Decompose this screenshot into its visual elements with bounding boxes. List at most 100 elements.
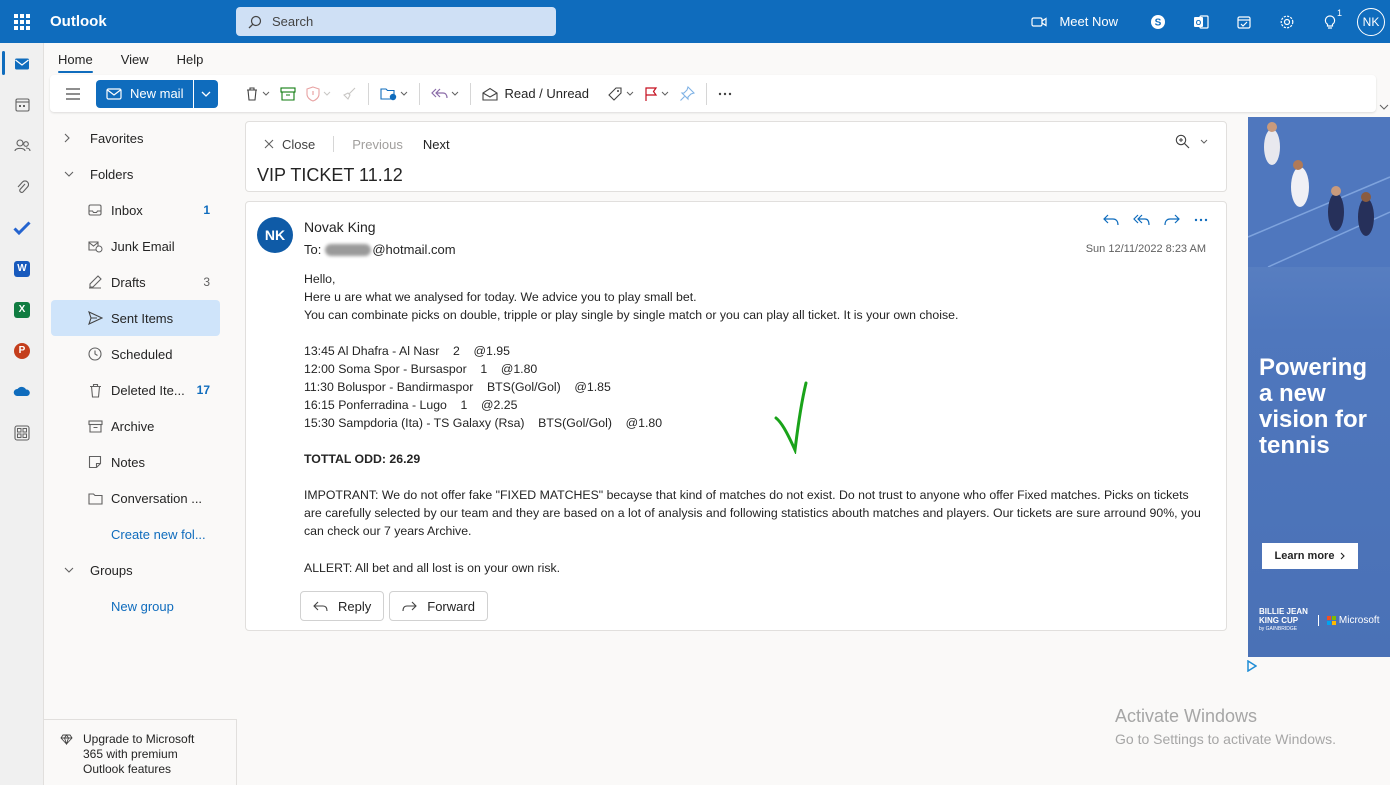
office-button[interactable]: O bbox=[1179, 0, 1222, 43]
hamburger-icon bbox=[66, 87, 80, 100]
powerpoint-app-button[interactable]: P bbox=[0, 330, 44, 371]
meet-now-label: Meet Now bbox=[1059, 14, 1118, 29]
people-app-button[interactable] bbox=[0, 125, 44, 166]
pin-button[interactable] bbox=[674, 79, 700, 109]
ribbon-divider bbox=[368, 82, 370, 105]
sweep-button[interactable] bbox=[336, 79, 362, 109]
recipient-row: To: @hotmail.com bbox=[304, 242, 456, 257]
archive-button[interactable] bbox=[275, 79, 301, 109]
onedrive-app-button[interactable] bbox=[0, 371, 44, 412]
close-label: Close bbox=[282, 136, 316, 152]
flag-button[interactable] bbox=[639, 79, 674, 109]
skype-icon: S bbox=[1150, 14, 1165, 29]
upgrade-banner[interactable]: Upgrade to Microsoft 365 with premium Ou… bbox=[44, 719, 237, 785]
folders-header[interactable]: Folders bbox=[44, 156, 237, 192]
word-app-button[interactable]: W bbox=[0, 248, 44, 289]
tab-home[interactable]: Home bbox=[44, 52, 107, 73]
to-label: To: bbox=[304, 242, 322, 257]
settings-button[interactable] bbox=[1265, 0, 1308, 43]
favorites-header[interactable]: Favorites bbox=[44, 120, 237, 156]
folder-notes[interactable]: Notes bbox=[51, 444, 220, 480]
more-options-button[interactable] bbox=[713, 79, 737, 109]
shield-icon bbox=[306, 85, 321, 102]
reply-all-icon[interactable] bbox=[1133, 214, 1150, 226]
sender-avatar[interactable]: NK bbox=[257, 217, 293, 253]
trash-icon bbox=[89, 383, 101, 398]
todo-app-button[interactable] bbox=[0, 207, 44, 248]
forward-label: Forward bbox=[427, 598, 475, 614]
apps-grid-icon bbox=[14, 424, 30, 441]
reply-icon[interactable] bbox=[1103, 214, 1119, 226]
chevron-down-icon bbox=[324, 91, 331, 96]
match-line: 12:00 Soma Spor - Bursaspor 1 @1.80 bbox=[304, 362, 538, 376]
folder-sent-items[interactable]: Sent Items bbox=[51, 300, 220, 336]
folder-archive[interactable]: Archive bbox=[51, 408, 220, 444]
folder-scheduled[interactable]: Scheduled bbox=[51, 336, 220, 372]
folder-conversation-history[interactable]: Conversation ... bbox=[51, 480, 220, 516]
forward-button[interactable]: Forward bbox=[389, 591, 488, 621]
folder-deleted-items[interactable]: Deleted Ite... 17 bbox=[51, 372, 220, 408]
ad-footer: BILLIE JEAN KING CUP by GAINBRIDGE Micro… bbox=[1259, 607, 1379, 634]
skype-button[interactable]: S bbox=[1136, 0, 1179, 43]
body-line: Hello, bbox=[304, 272, 336, 286]
body-line: Here u are what we analysed for today. W… bbox=[304, 290, 697, 304]
search-box[interactable]: Search bbox=[236, 7, 556, 36]
advertisement[interactable]: Powering a new vision for tennis Learn m… bbox=[1248, 117, 1390, 657]
zoom-button[interactable] bbox=[1175, 134, 1208, 149]
match-line: 16:15 Ponferradina - Lugo 1 @2.25 bbox=[304, 398, 518, 412]
folder-label: Conversation ... bbox=[111, 490, 203, 506]
zoom-icon bbox=[1175, 134, 1190, 149]
folder-drafts[interactable]: Drafts 3 bbox=[51, 264, 220, 300]
todo-check-icon bbox=[13, 220, 31, 235]
tab-view[interactable]: View bbox=[107, 52, 163, 73]
ribbon-expand-chevron-icon[interactable] bbox=[1379, 104, 1389, 110]
next-button[interactable]: Next bbox=[423, 137, 450, 152]
folder-label: Archive bbox=[111, 418, 155, 434]
app-brand[interactable]: Outlook bbox=[50, 13, 236, 30]
hamburger-button[interactable] bbox=[60, 79, 86, 109]
ellipsis-icon[interactable] bbox=[1194, 218, 1208, 222]
calendar-app-button[interactable] bbox=[0, 84, 44, 125]
report-button[interactable] bbox=[301, 79, 336, 109]
reply-all-ribbon-button[interactable] bbox=[426, 79, 464, 109]
app-launcher-button[interactable] bbox=[0, 0, 43, 43]
folder-label: Inbox bbox=[111, 202, 143, 218]
account-avatar[interactable]: NK bbox=[1357, 7, 1385, 36]
create-new-folder-link[interactable]: Create new fol... bbox=[44, 516, 237, 552]
ad-headline-line: a new bbox=[1259, 380, 1326, 407]
ribbon-tabs: Home View Help bbox=[44, 43, 1390, 73]
new-mail-dropdown[interactable] bbox=[194, 79, 219, 108]
more-apps-button[interactable] bbox=[0, 412, 44, 453]
new-mail-button[interactable]: New mail bbox=[96, 79, 194, 108]
excel-app-button[interactable]: X bbox=[0, 289, 44, 330]
new-group-link[interactable]: New group bbox=[44, 588, 237, 624]
move-to-button[interactable] bbox=[375, 79, 413, 109]
meet-now-button[interactable]: Meet Now bbox=[1031, 14, 1132, 29]
ad-headline-line: vision for bbox=[1259, 406, 1368, 433]
tag-icon bbox=[608, 86, 622, 101]
reply-button[interactable]: Reply bbox=[300, 591, 385, 621]
svg-text:O: O bbox=[1195, 20, 1201, 27]
close-button[interactable]: Close bbox=[264, 137, 315, 152]
learn-more-button[interactable]: Learn more bbox=[1262, 543, 1358, 569]
upgrade-text-line: 365 with premium bbox=[83, 747, 178, 761]
forward-icon[interactable] bbox=[1164, 214, 1180, 226]
mail-app-button[interactable] bbox=[0, 43, 44, 84]
recipient-domain[interactable]: @hotmail.com bbox=[372, 242, 455, 257]
previous-button[interactable]: Previous bbox=[352, 137, 403, 152]
flag-icon bbox=[645, 86, 658, 101]
favorites-label: Favorites bbox=[90, 130, 144, 146]
chevron-down-icon bbox=[64, 171, 74, 177]
categorize-button[interactable] bbox=[602, 79, 639, 109]
sender-name[interactable]: Novak King bbox=[304, 219, 376, 235]
files-app-button[interactable] bbox=[0, 166, 44, 207]
read-unread-button[interactable]: Read / Unread bbox=[477, 79, 594, 109]
folder-inbox[interactable]: Inbox 1 bbox=[51, 192, 220, 228]
ad-choices-icon[interactable] bbox=[1247, 660, 1257, 672]
my-day-button[interactable] bbox=[1222, 0, 1265, 43]
delete-button[interactable] bbox=[240, 79, 275, 109]
folder-junk-email[interactable]: Junk Email bbox=[51, 228, 220, 264]
groups-header[interactable]: Groups bbox=[44, 552, 237, 588]
tab-help[interactable]: Help bbox=[163, 52, 218, 73]
tips-button[interactable]: 1 bbox=[1308, 0, 1351, 43]
